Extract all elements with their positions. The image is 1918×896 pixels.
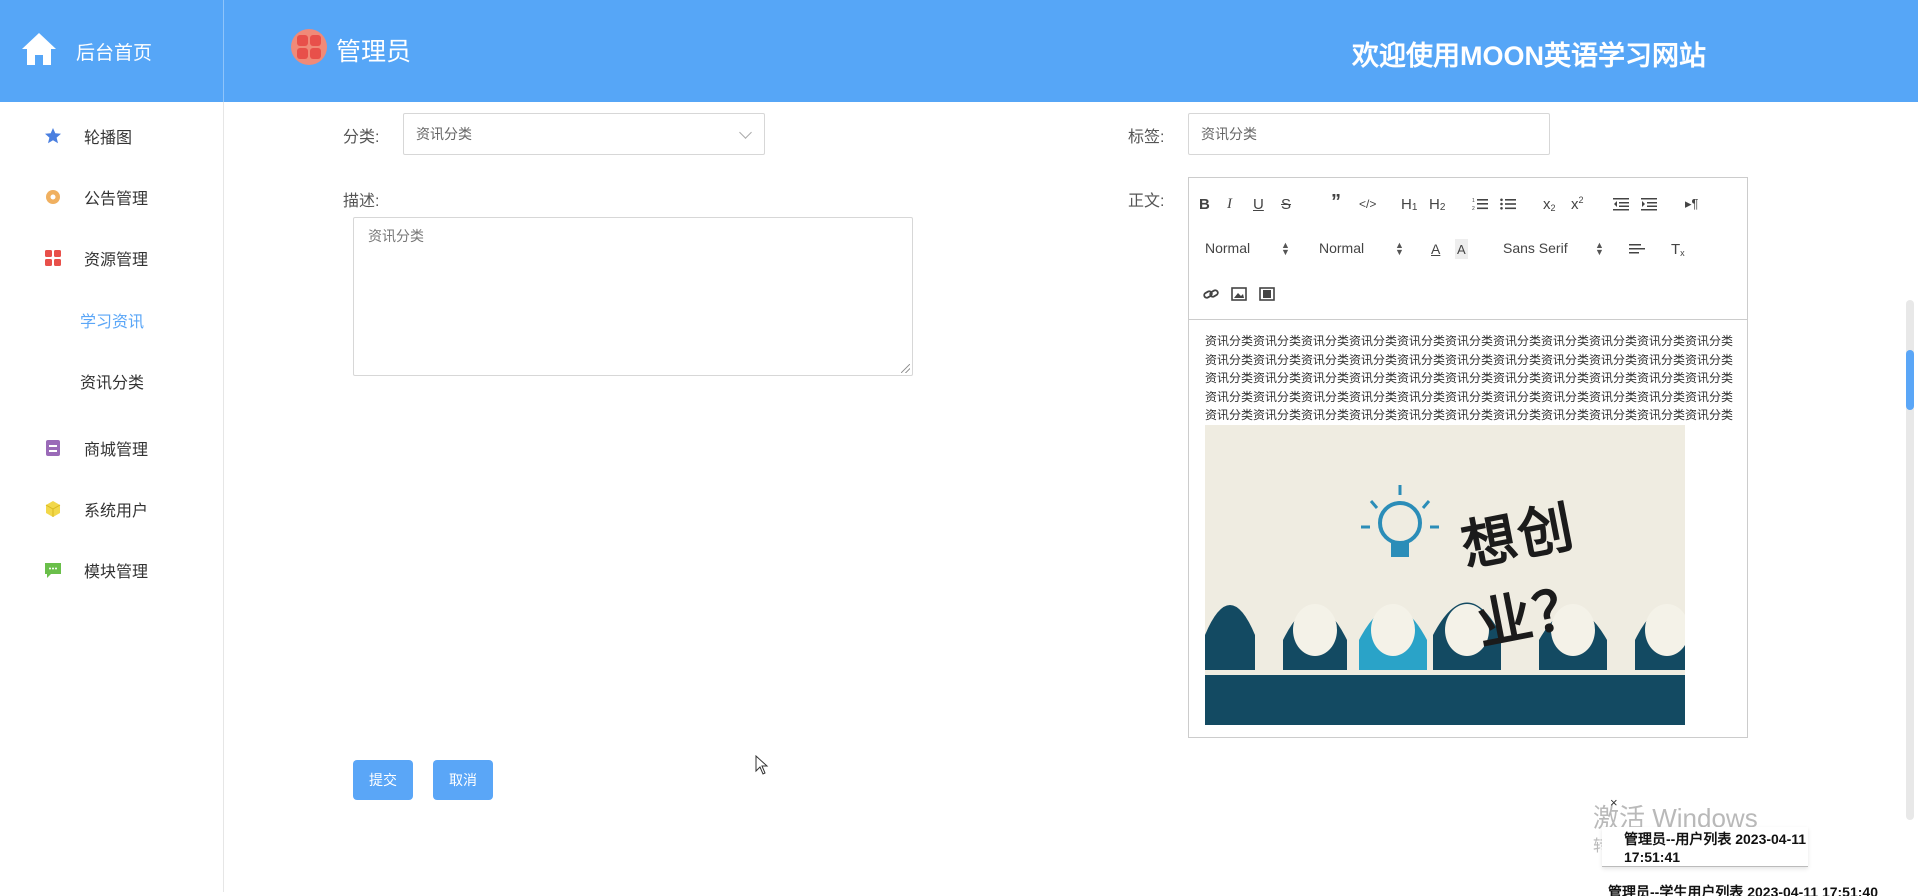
header1-icon[interactable]: H1 bbox=[1401, 194, 1417, 214]
ordered-list-icon[interactable]: 12 bbox=[1472, 194, 1488, 214]
log-notification: 管理员--学生用户列表 2023-04-11 17:51:40 bbox=[1608, 882, 1908, 896]
welcome-text: 欢迎使用MOON英语学习网站 bbox=[1352, 41, 1706, 71]
underline-icon[interactable]: U bbox=[1253, 194, 1264, 214]
tag-input[interactable]: 资讯分类 bbox=[1188, 113, 1550, 155]
subscript-icon[interactable]: x2 bbox=[1543, 194, 1556, 214]
description-value: 资讯分类 bbox=[368, 228, 424, 244]
sidebar-subitem-news-category[interactable]: 资讯分类 bbox=[0, 361, 224, 401]
size-select-value: Normal bbox=[1205, 240, 1251, 256]
updown-icon: ▲ ▼ bbox=[1281, 240, 1290, 257]
home-link[interactable]: 后台首页 bbox=[0, 0, 224, 102]
header-select-value: Normal bbox=[1319, 240, 1365, 256]
sidebar-item-modules[interactable]: 模块管理 bbox=[0, 550, 224, 590]
direction-rtl-icon[interactable]: ▸¶ bbox=[1685, 194, 1699, 214]
font-select[interactable]: Sans Serif ▲ ▼ bbox=[1503, 240, 1604, 260]
updown-icon: ▲ ▼ bbox=[1395, 240, 1404, 257]
sidebar-subitem-news[interactable]: 学习资讯 bbox=[0, 300, 224, 340]
close-icon[interactable]: × bbox=[1610, 795, 1618, 810]
home-icon bbox=[20, 30, 58, 73]
video-icon[interactable] bbox=[1259, 284, 1275, 304]
svg-text:2: 2 bbox=[1472, 206, 1475, 211]
align-icon[interactable] bbox=[1629, 239, 1645, 259]
sidebar-item-shop[interactable]: 商城管理 bbox=[0, 428, 224, 468]
code-icon[interactable]: </> bbox=[1359, 194, 1376, 214]
bullet-list-icon[interactable] bbox=[1500, 194, 1516, 214]
size-select[interactable]: Normal ▲ ▼ bbox=[1205, 240, 1295, 260]
scrollbar-thumb[interactable] bbox=[1906, 350, 1914, 410]
header-select[interactable]: Normal ▲ ▼ bbox=[1319, 240, 1409, 260]
sidebar-item-label: 公告管理 bbox=[84, 191, 149, 208]
outdent-icon[interactable] bbox=[1613, 194, 1629, 214]
category-select-value: 资讯分类 bbox=[416, 126, 472, 142]
chat-icon bbox=[44, 561, 62, 579]
svg-text:1: 1 bbox=[1472, 198, 1475, 204]
content-image: 想创业？ bbox=[1205, 425, 1685, 725]
grid-icon bbox=[44, 249, 62, 267]
bold-icon[interactable]: B bbox=[1199, 194, 1210, 214]
category-label: 分类: bbox=[343, 129, 380, 146]
avatar bbox=[290, 28, 328, 71]
cancel-button[interactable]: 取消 bbox=[433, 760, 493, 800]
admin-profile[interactable]: 管理员 bbox=[290, 28, 411, 71]
chevron-down-icon bbox=[739, 126, 752, 139]
log-notification: 管理员--用户列表 2023-04-11 17:51:41 bbox=[1602, 827, 1808, 867]
rich-text-editor: B I U S ” </> H1 H2 12 x2 x2 ▸¶ Normal ▲… bbox=[1188, 177, 1748, 738]
sidebar-item-label: 轮播图 bbox=[84, 130, 133, 147]
sidebar-item-label: 模块管理 bbox=[84, 564, 149, 581]
star-icon bbox=[44, 127, 62, 145]
link-icon[interactable] bbox=[1203, 284, 1219, 304]
archive-icon bbox=[44, 439, 62, 457]
mouse-cursor-icon bbox=[755, 755, 769, 775]
indent-icon[interactable] bbox=[1641, 194, 1657, 214]
editor-content-text[interactable]: 资讯分类资讯分类资讯分类资讯分类资讯分类资讯分类资讯分类资讯分类资讯分类资讯分类… bbox=[1205, 332, 1735, 425]
sidebar-item-label: 资源管理 bbox=[84, 252, 149, 269]
sidebar-item-carousel[interactable]: 轮播图 bbox=[0, 116, 224, 156]
image-icon[interactable] bbox=[1231, 284, 1247, 304]
submit-button[interactable]: 提交 bbox=[353, 760, 413, 800]
description-textarea[interactable]: 资讯分类 bbox=[353, 217, 913, 376]
category-select[interactable]: 资讯分类 bbox=[403, 113, 765, 155]
gear-icon bbox=[44, 188, 62, 206]
body-label: 正文: bbox=[1128, 193, 1165, 210]
tag-label: 标签: bbox=[1128, 129, 1165, 146]
font-select-value: Sans Serif bbox=[1503, 240, 1568, 256]
description-label: 描述: bbox=[343, 193, 380, 210]
home-label: 后台首页 bbox=[76, 42, 153, 64]
top-header: 后台首页 管理员 欢迎使用MOON英语学习网站 bbox=[0, 0, 1918, 102]
sidebar: 轮播图 公告管理 资源管理 学习资讯 资讯分类 商城管理 系统用户 模块管理 bbox=[0, 102, 224, 892]
cube-icon bbox=[44, 500, 62, 518]
italic-icon[interactable]: I bbox=[1227, 194, 1232, 214]
sidebar-item-resources[interactable]: 资源管理 bbox=[0, 238, 224, 278]
tag-input-value: 资讯分类 bbox=[1201, 126, 1257, 142]
updown-icon: ▲ ▼ bbox=[1595, 240, 1604, 257]
background-color-icon[interactable]: A bbox=[1455, 239, 1468, 259]
sidebar-subitem-label: 资讯分类 bbox=[79, 375, 144, 392]
sidebar-item-label: 系统用户 bbox=[84, 503, 149, 520]
sidebar-item-label: 商城管理 bbox=[84, 442, 149, 459]
resize-handle-icon[interactable] bbox=[901, 364, 910, 373]
blockquote-icon[interactable]: ” bbox=[1331, 191, 1341, 213]
notification-text: 管理员--用户列表 2023-04-11 17:51:41 bbox=[1624, 830, 1807, 865]
admin-name: 管理员 bbox=[336, 37, 412, 66]
editor-toolbar: B I U S ” </> H1 H2 12 x2 x2 ▸¶ Normal ▲… bbox=[1189, 178, 1747, 320]
sidebar-item-notice[interactable]: 公告管理 bbox=[0, 177, 224, 217]
header2-icon[interactable]: H2 bbox=[1429, 194, 1445, 214]
superscript-icon[interactable]: x2 bbox=[1571, 194, 1584, 214]
sidebar-item-system-users[interactable]: 系统用户 bbox=[0, 489, 224, 529]
sidebar-subitem-label: 学习资讯 bbox=[79, 314, 144, 331]
strike-icon[interactable]: S bbox=[1281, 194, 1291, 214]
font-color-icon[interactable]: A bbox=[1431, 239, 1440, 259]
clear-format-icon[interactable]: Tx bbox=[1671, 239, 1685, 259]
notification-text: 管理员--学生用户列表 2023-04-11 17:51:40 bbox=[1608, 884, 1878, 896]
